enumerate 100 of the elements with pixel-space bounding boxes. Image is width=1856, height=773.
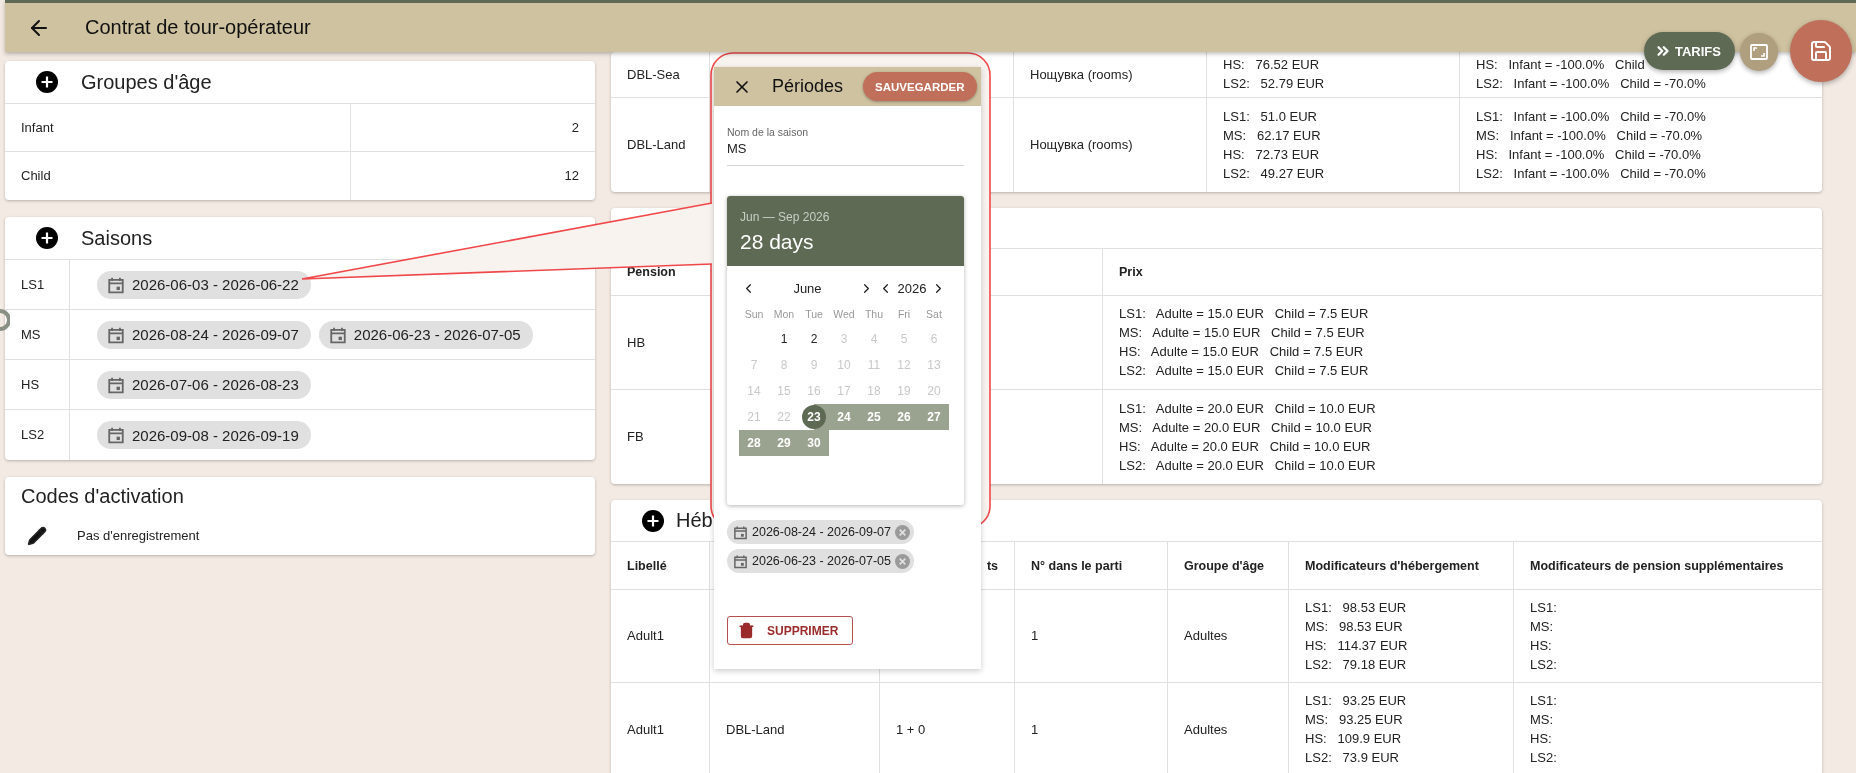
table-cell: 2 [571,119,579,136]
calendar-day[interactable]: 2 [802,327,826,351]
modifier-line: LS1: [1530,599,1557,616]
modifier-line: LS2: 73.9 EUR [1305,750,1400,766]
tarifs-button[interactable]: TARIFS [1644,32,1735,70]
delete-button[interactable]: SUPPRIMER [727,616,854,645]
calendar-icon [107,275,125,294]
modifier-line: LS1: 93.25 EUR [1305,693,1407,709]
period-chip[interactable]: 2026-09-08 - 2026-09-19 [97,421,311,449]
modifier-line: LS1: 98.53 EUR [1305,599,1408,616]
calendar-day[interactable]: 23 [802,405,826,429]
column-header: Modificateurs d'hébergement [1305,558,1479,573]
range-label: Jun — Sep 2026 [740,210,831,224]
table-cell: Adult1 [627,721,664,738]
column-header: Libellé [627,558,667,573]
field-label: Nom de la saison [727,126,810,138]
add-icon[interactable] [642,509,664,532]
weekday-label: Wed [832,307,856,322]
modifier-line: HS: Infant = -100.0% Child = -70.0% [1476,146,1702,163]
card-title: Héb [676,509,713,532]
calendar-icon [328,325,347,344]
month-label: June [792,281,823,296]
days-count: 28 days [740,230,815,254]
table-cell: Adultes [1184,721,1228,738]
price-line: HS: Adulte = 20.0 EUR Child = 10.0 EUR [1119,438,1372,455]
calendar-icon [733,553,748,569]
table-cell: LS1 [21,276,45,293]
column-header: N° dans le parti [1031,558,1123,573]
price-line: LS2: 52.79 EUR [1223,76,1325,92]
modifier-line: HS: 109.9 EUR [1305,731,1403,747]
calendar-day[interactable]: 1 [772,327,796,351]
table-cell: DBL-Land [627,137,686,153]
add-icon[interactable] [36,71,58,93]
weekday-label: Mon [772,307,796,322]
modifier-line: MS: Infant = -100.0% Child = -70.0% [1476,127,1704,144]
table-cell: HB [627,334,646,351]
card-title: Codes d'activation [20,484,185,509]
table-cell: Adult1 [627,628,664,644]
period-chip[interactable]: 2026-08-24 - 2026-09-07 [97,320,311,349]
modifier-line: HS: Infant = -100.0% Child [1476,57,1646,73]
weekday-label: Thu [863,307,885,322]
dialog-title: Périodes [772,76,844,97]
column-header: Pension [627,265,676,279]
price-line: LS2: 49.27 EUR [1223,165,1325,182]
table-cell: Adultes [1184,628,1228,644]
period-chip[interactable]: 2026-06-23 - 2026-07-05 [318,320,533,349]
modifier-line: LS1: [1530,693,1557,709]
fullscreen-icon [1750,44,1768,60]
trash-icon [738,622,755,639]
modifier-line: HS: 114.37 EUR [1305,637,1408,654]
price-line: MS: 62.17 EUR [1223,127,1322,144]
weekday-label: Sun [743,307,765,322]
modifier-line: HS: [1530,731,1553,747]
table-cell: Child [21,168,51,184]
price-line: MS: Adulte = 20.0 EUR Child = 10.0 EUR [1119,419,1373,436]
add-icon[interactable] [36,227,58,249]
column-header: Modificateurs de pension supplémentaires [1530,558,1784,573]
price-line: MS: Adulte = 15.0 EUR Child = 7.5 EUR [1119,325,1366,341]
modifier-line: HS: [1530,637,1553,654]
period-chip[interactable]: 2026-07-06 - 2026-08-23 [97,370,311,399]
period-chip[interactable]: 2026-08-24 - 2026-09-07 [727,520,914,544]
table-cell: 1 [1031,628,1039,644]
table-cell: DBL-Land [726,721,785,738]
modifier-line: LS2: [1530,750,1557,766]
period-chip[interactable]: 2026-06-03 - 2026-06-22 [97,270,311,299]
table-cell: Infant [21,119,54,136]
card-title: Groupes d'âge [81,70,212,94]
card-title: Saisons [81,226,153,250]
modifier-line: LS2: Infant = -100.0% Child = -70.0% [1476,165,1706,182]
column-header: Prix [1119,265,1143,279]
column-header: Groupe d'âge [1184,558,1265,573]
table-cell: 1 + 0 [896,721,926,738]
calendar-icon [107,325,125,344]
price-line: LS1: 51.0 EUR [1223,108,1318,125]
weekday-label: Fri [896,307,912,322]
price-line: HS: Adulte = 15.0 EUR Child = 7.5 EUR [1119,344,1365,360]
table-cell: HS [21,376,40,393]
modifier-line: MS: 93.25 EUR [1305,712,1404,728]
table-cell: MS [21,326,41,343]
save-button[interactable]: SAUVEGARDER [863,72,977,101]
price-line: HS: 76.52 EUR [1223,57,1321,73]
modifier-line: LS2: 79.18 EUR [1305,656,1408,673]
calendar-icon [107,426,125,444]
season-name-field[interactable]: MS [727,141,964,156]
weekday-label: Sat [925,307,943,322]
modifier-line: MS: [1530,618,1555,635]
price-line: LS2: Adulte = 20.0 EUR Child = 10.0 EUR [1119,457,1376,474]
calendar-icon [107,375,125,394]
pencil-icon[interactable] [27,526,47,546]
weekday-label: Tue [804,307,824,322]
page-title: Contrat de tour-opérateur [85,16,311,39]
table-cell: FB [627,429,644,445]
period-chip[interactable]: 2026-06-23 - 2026-07-05 [727,549,914,573]
year-label: 2026 [896,281,928,296]
column-header: ts [986,558,998,573]
table-cell: LS2 [21,427,45,443]
table-cell: Нощувка (rooms) [1030,137,1133,153]
price-line: LS2: Adulte = 15.0 EUR Child = 7.5 EUR [1119,363,1369,379]
price-line: LS1: Adulte = 15.0 EUR Child = 7.5 EUR [1119,306,1369,322]
table-cell: DBL-Sea [627,66,680,83]
